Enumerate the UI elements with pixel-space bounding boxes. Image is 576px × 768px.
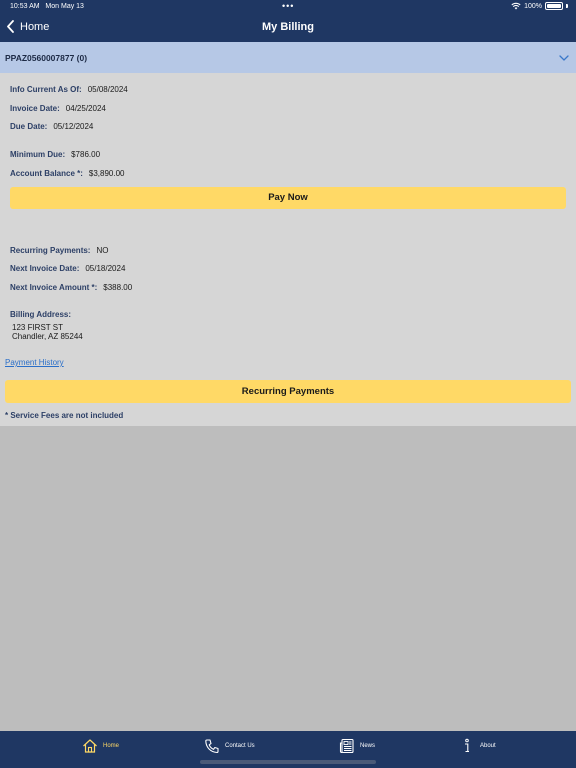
next-invoice-date-value: 05/18/2024 xyxy=(85,264,126,273)
account-balance-label: Account Balance *: xyxy=(10,169,83,178)
battery-cap xyxy=(566,4,568,8)
billing-address-heading: Billing Address: xyxy=(10,310,77,319)
account-balance-value: $3,890.00 xyxy=(88,169,125,178)
tab-home-label: Home xyxy=(103,743,120,749)
phone-icon xyxy=(205,739,219,754)
recurring-payments-label: Recurring Payments: xyxy=(10,246,91,255)
status-indicators: 100% xyxy=(511,2,568,10)
tab-contact-us-label: Contact Us xyxy=(225,743,255,749)
invoice-date-value: 04/25/2024 xyxy=(65,104,106,113)
status-clock: 10:53 AM xyxy=(10,3,40,10)
due-date-label: Due Date: xyxy=(10,122,48,131)
multitask-dots[interactable]: ••• xyxy=(282,1,294,11)
top-bar: 10:53 AM Mon May 13 ••• 100% Home My Bil… xyxy=(0,0,576,42)
billing-content: Info Current As Of: 05/08/2024 Invoice Da… xyxy=(0,73,576,426)
next-invoice-date-label: Next Invoice Date: xyxy=(10,264,80,273)
invoice-date-label: Invoice Date: xyxy=(10,104,60,113)
account-number: PPAZ0560007877 (0) xyxy=(5,52,88,63)
recurring-payments-button[interactable]: Recurring Payments xyxy=(5,380,571,403)
address-line-2: Chandler, AZ 85244 xyxy=(12,332,83,341)
minimum-due-label: Minimum Due: xyxy=(10,150,66,159)
tab-news[interactable]: News xyxy=(339,738,375,754)
tab-about[interactable]: About xyxy=(459,738,496,754)
tab-contact-us[interactable]: Contact Us xyxy=(204,738,255,754)
minimum-due-value: $786.00 xyxy=(71,150,101,159)
payment-history-link[interactable]: Payment History xyxy=(5,358,64,367)
service-fees-note: * Service Fees are not included xyxy=(5,411,124,420)
info-icon xyxy=(465,738,469,753)
info-current-label: Info Current As Of: xyxy=(10,85,82,94)
address-line-1: 123 FIRST ST xyxy=(12,323,63,332)
account-balance-row: Account Balance *: $3,890.00 xyxy=(10,169,125,178)
invoice-date-row: Invoice Date: 04/25/2024 xyxy=(10,104,106,113)
tab-home[interactable]: Home xyxy=(82,738,119,754)
next-invoice-amount-label: Next Invoice Amount *: xyxy=(10,283,98,292)
status-bar: 10:53 AM Mon May 13 ••• 100% xyxy=(0,0,576,14)
status-time: 10:53 AM Mon May 13 xyxy=(10,3,84,10)
next-invoice-amount-row: Next Invoice Amount *: $388.00 xyxy=(10,283,132,292)
battery-percent: 100% xyxy=(524,2,542,10)
chevron-down-icon xyxy=(559,54,569,61)
next-invoice-amount-value: $388.00 xyxy=(103,283,133,292)
recurring-payments-value: NO xyxy=(96,246,109,255)
battery-icon xyxy=(545,2,563,10)
info-current-value: 05/08/2024 xyxy=(87,85,128,94)
due-date-row: Due Date: 05/12/2024 xyxy=(10,122,93,131)
page-title: My Billing xyxy=(262,21,314,33)
wifi-icon xyxy=(511,2,521,10)
recurring-payments-row: Recurring Payments: NO xyxy=(10,246,108,255)
home-indicator[interactable] xyxy=(200,760,376,764)
due-date-value: 05/12/2024 xyxy=(53,122,94,131)
tab-news-label: News xyxy=(360,743,376,749)
info-current-row: Info Current As Of: 05/08/2024 xyxy=(10,85,128,94)
account-selector[interactable]: PPAZ0560007877 (0) xyxy=(0,42,576,73)
billing-address-label: Billing Address: xyxy=(10,310,72,319)
newspaper-icon xyxy=(339,738,354,754)
next-invoice-date-row: Next Invoice Date: 05/18/2024 xyxy=(10,264,125,273)
minimum-due-row: Minimum Due: $786.00 xyxy=(10,150,100,159)
tab-about-label: About xyxy=(480,743,496,749)
home-icon xyxy=(83,739,97,753)
pay-now-button[interactable]: Pay Now xyxy=(10,187,566,209)
status-date: Mon May 13 xyxy=(45,3,84,10)
